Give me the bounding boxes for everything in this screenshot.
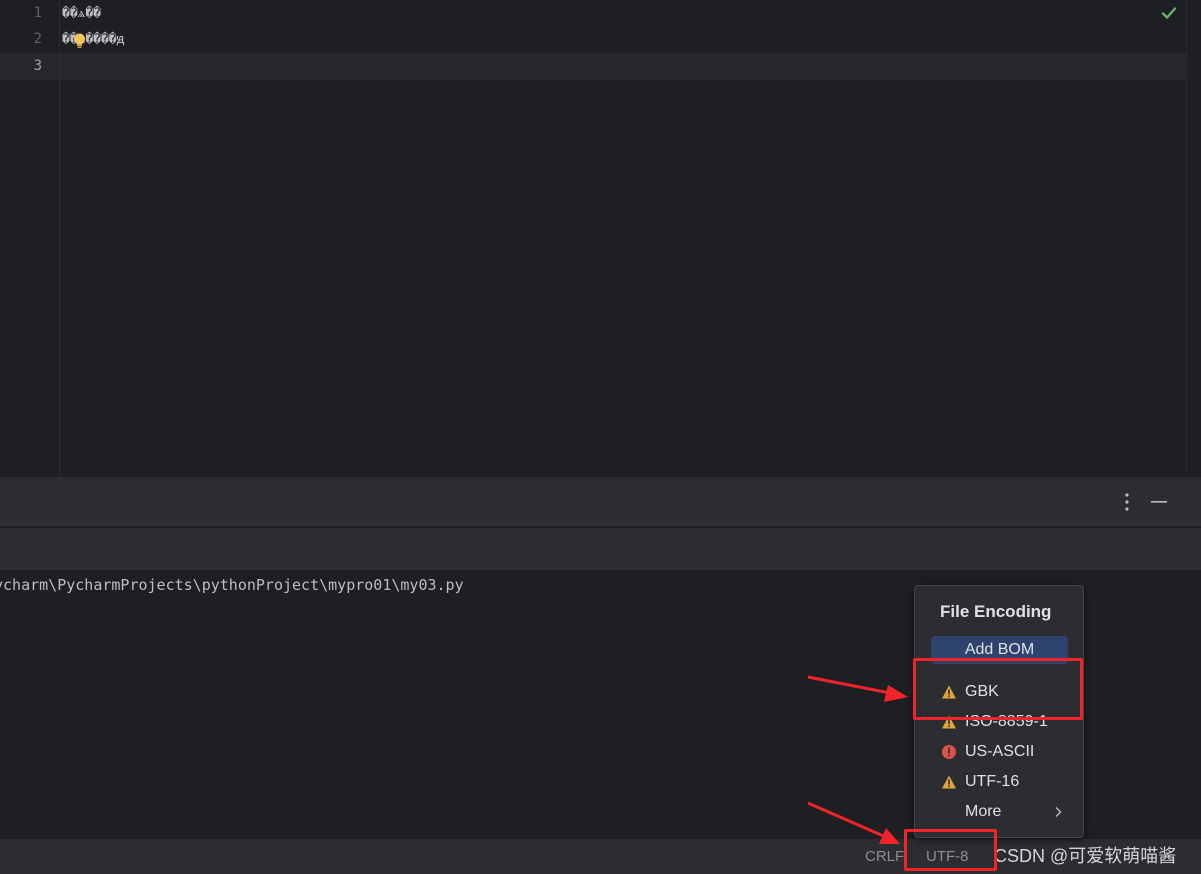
tool-window-header xyxy=(0,476,1201,526)
code-line[interactable]: ��ѧ����ԭ xyxy=(62,26,124,53)
lightbulb-icon[interactable] xyxy=(73,33,86,49)
annotation-highlight-box xyxy=(904,829,997,871)
code-line[interactable]: ��ѧ�� xyxy=(62,0,101,27)
watermark: CSDN @可爱软萌喵酱 xyxy=(994,846,1177,866)
line-number-gutter: 1 2 3 xyxy=(0,0,60,475)
minimize-icon[interactable] xyxy=(1149,491,1169,513)
check-icon[interactable] xyxy=(1161,5,1177,21)
more-options-icon[interactable] xyxy=(1117,491,1137,513)
error-icon xyxy=(942,745,956,759)
editor-scrollbar[interactable] xyxy=(1186,0,1201,475)
chevron-right-icon xyxy=(1055,807,1062,817)
encoding-item-more[interactable]: More xyxy=(915,798,1083,826)
encoding-label: US-ASCII xyxy=(965,743,1035,760)
code-editor[interactable]: 1 2 3 ��ѧ�� ��ѧ����ԭ xyxy=(0,0,1201,475)
tool-window-tabs xyxy=(0,527,1201,571)
encoding-label: UTF-16 xyxy=(965,773,1020,790)
current-line-highlight xyxy=(0,53,1186,80)
warning-icon xyxy=(942,775,956,789)
line-number: 1 xyxy=(33,5,42,21)
line-number: 2 xyxy=(33,31,42,47)
encoding-item-utf-16[interactable]: UTF-16 xyxy=(915,768,1083,796)
annotation-highlight-box xyxy=(913,658,1083,720)
status-bar: CRLF UTF-8 CSDN @可爱软萌喵酱 xyxy=(0,838,1201,874)
encoding-label: More xyxy=(965,803,1002,820)
line-number: 3 xyxy=(33,58,42,74)
popup-title: File Encoding xyxy=(940,602,1052,621)
console-output-line: ycharm\PycharmProjects\pythonProject\myp… xyxy=(0,576,464,594)
line-separator-widget[interactable]: CRLF xyxy=(865,847,904,867)
encoding-item-us-ascii[interactable]: US-ASCII xyxy=(915,738,1083,766)
